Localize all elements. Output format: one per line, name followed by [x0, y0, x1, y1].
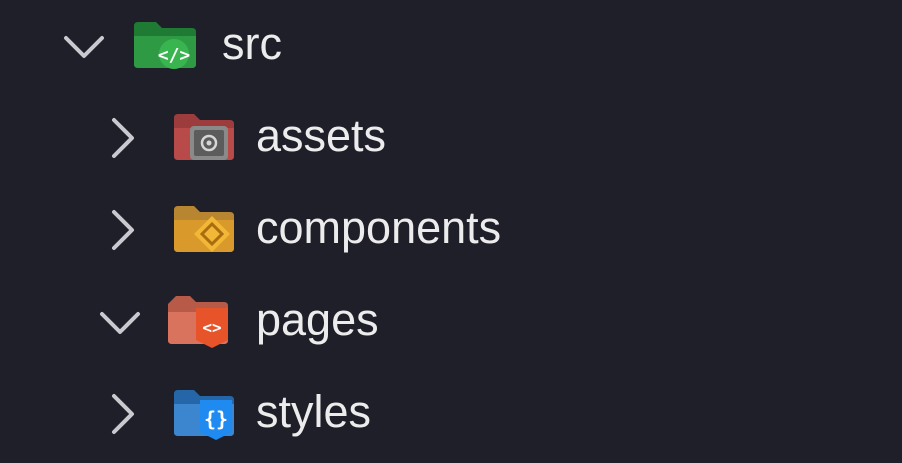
- file-explorer-tree: </> src assets components <> pages {} st…: [0, 0, 902, 463]
- tree-item-label: src: [222, 18, 282, 69]
- tree-item-assets[interactable]: assets: [0, 92, 902, 184]
- tree-item-label: components: [256, 202, 502, 253]
- folder-src-icon: </>: [134, 22, 196, 69]
- folder-pages-icon: <>: [168, 296, 228, 348]
- chevron-right-icon[interactable]: [98, 390, 146, 438]
- chevron-down-icon[interactable]: [96, 298, 144, 346]
- tree-item-label: pages: [256, 294, 379, 345]
- tree-item-components[interactable]: components: [0, 184, 902, 276]
- folder-components-icon: [174, 206, 234, 252]
- tree-item-label: styles: [256, 386, 372, 437]
- tree-item-src[interactable]: </> src: [0, 0, 902, 92]
- svg-text:<>: <>: [202, 318, 221, 337]
- chevron-right-icon[interactable]: [98, 206, 146, 254]
- svg-text:</>: </>: [158, 45, 191, 66]
- folder-styles-icon: {}: [174, 390, 234, 440]
- chevron-down-icon[interactable]: [60, 22, 108, 70]
- tree-item-styles[interactable]: {} styles: [0, 368, 902, 460]
- folder-assets-icon: [174, 114, 234, 160]
- svg-text:{}: {}: [204, 407, 228, 431]
- tree-item-pages[interactable]: <> pages: [0, 276, 902, 368]
- chevron-right-icon[interactable]: [98, 114, 146, 162]
- tree-item-label: assets: [256, 110, 387, 161]
